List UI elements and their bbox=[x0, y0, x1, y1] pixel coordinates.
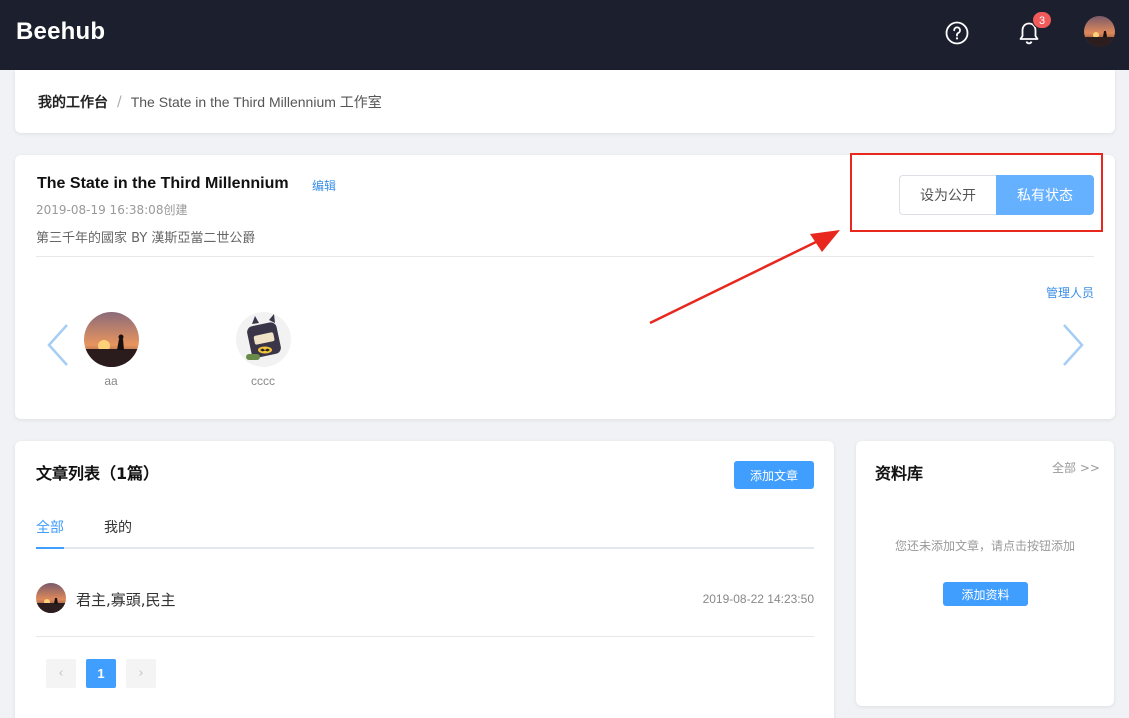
library-empty-message: 您还未添加文章，请点击按钮添加 bbox=[894, 539, 1075, 553]
breadcrumb-bar: 我的工作台 / The State in the Third Millenniu… bbox=[15, 70, 1115, 133]
breadcrumb: 我的工作台 / The State in the Third Millenniu… bbox=[38, 92, 382, 112]
articles-title: 文章列表（1篇） bbox=[36, 464, 160, 483]
library-card: 资料库 全部 >> 您还未添加文章，请点击按钮添加 添加资料 bbox=[856, 441, 1114, 706]
member-avatar bbox=[235, 312, 291, 367]
member-item[interactable]: cccc bbox=[233, 312, 293, 388]
member-name: cccc bbox=[251, 374, 275, 388]
article-list-item[interactable]: 君主,寡頭,民主 2019-08-22 14:23:50 bbox=[36, 582, 814, 616]
author-avatar bbox=[36, 583, 66, 613]
article-tabs: 全部 我的 bbox=[36, 519, 814, 549]
breadcrumb-separator: / bbox=[117, 94, 122, 110]
top-navbar: Beehub 3 bbox=[0, 0, 1129, 70]
carousel-next-icon[interactable] bbox=[1058, 320, 1088, 370]
member-avatar bbox=[83, 312, 139, 367]
studio-description: 第三千年的國家 BY 漢斯亞當二世公爵 bbox=[36, 231, 256, 246]
divider bbox=[36, 636, 814, 637]
annotation-highlight-box bbox=[850, 153, 1103, 232]
studio-title: The State in the Third Millennium bbox=[37, 175, 289, 192]
article-title[interactable]: 君主,寡頭,民主 bbox=[76, 589, 176, 610]
pagination-next-button[interactable]: › bbox=[126, 659, 156, 688]
breadcrumb-current: The State in the Third Millennium 工作室 bbox=[130, 94, 382, 110]
library-title: 资料库 bbox=[875, 464, 924, 483]
sunset-avatar-image bbox=[83, 312, 139, 367]
help-icon[interactable] bbox=[945, 21, 969, 45]
add-material-button[interactable]: 添加资料 bbox=[943, 582, 1028, 606]
user-avatar[interactable] bbox=[1084, 16, 1115, 47]
sunset-avatar-image bbox=[1084, 16, 1115, 47]
member-item[interactable]: aa bbox=[81, 312, 141, 388]
add-article-button[interactable]: 添加文章 bbox=[734, 461, 814, 489]
library-view-all-link[interactable]: 全部 >> bbox=[1052, 459, 1100, 476]
divider bbox=[36, 256, 1094, 257]
tab-mine[interactable]: 我的 bbox=[104, 519, 132, 549]
app-logo[interactable]: Beehub bbox=[16, 18, 105, 46]
breadcrumb-home-link[interactable]: 我的工作台 bbox=[38, 92, 108, 112]
batman-avatar-image bbox=[235, 312, 291, 367]
pagination-prev-button[interactable]: ‹ bbox=[46, 659, 76, 688]
articles-card: 文章列表（1篇） 添加文章 全部 我的 君主,寡頭,民主 2019-08-22 … bbox=[15, 441, 834, 718]
notification-badge: 3 bbox=[1032, 11, 1052, 29]
edit-link[interactable]: 编辑 bbox=[312, 177, 336, 194]
tab-all[interactable]: 全部 bbox=[36, 519, 64, 549]
carousel-prev-icon[interactable] bbox=[43, 320, 73, 370]
article-timestamp: 2019-08-22 14:23:50 bbox=[702, 592, 814, 606]
sunset-avatar-image bbox=[36, 583, 66, 613]
pagination-page-1[interactable]: 1 bbox=[86, 659, 116, 688]
pagination: ‹ 1 › bbox=[46, 659, 156, 688]
created-timestamp: 2019-08-19 16:38:08创建 bbox=[36, 203, 188, 217]
member-name: aa bbox=[104, 374, 118, 388]
manage-members-link[interactable]: 管理人员 bbox=[1046, 284, 1094, 301]
